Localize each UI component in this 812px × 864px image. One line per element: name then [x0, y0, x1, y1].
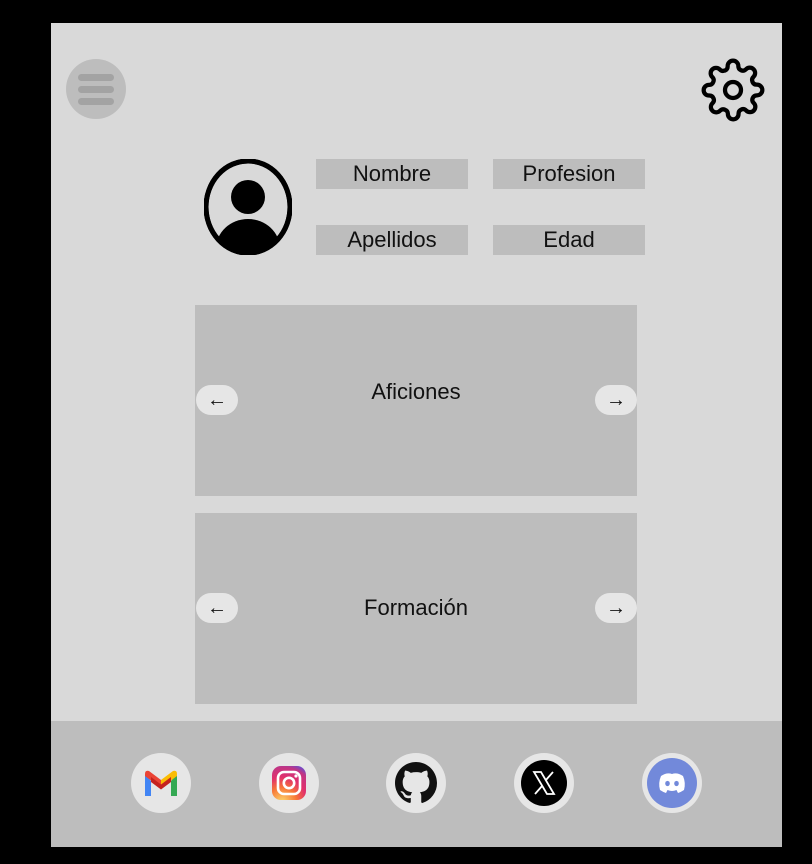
x-icon — [521, 760, 567, 806]
gear-icon[interactable] — [701, 58, 765, 122]
menu-button[interactable] — [66, 59, 126, 119]
app-frame: Nombre Profesion Apellidos Edad Aficione… — [51, 23, 782, 847]
github-button[interactable] — [386, 753, 446, 813]
formacion-title: Formación — [364, 595, 468, 620]
edad-field[interactable]: Edad — [493, 225, 645, 255]
aficiones-next-button[interactable]: → — [595, 385, 637, 415]
aficiones-card: Aficiones ← → — [195, 305, 637, 496]
user-avatar-icon[interactable] — [204, 159, 292, 255]
formacion-next-button[interactable]: → — [595, 593, 637, 623]
gmail-icon — [145, 770, 177, 796]
discord-icon — [647, 758, 697, 808]
github-icon — [395, 762, 437, 803]
social-footer — [51, 721, 782, 847]
aficiones-prev-button[interactable]: ← — [196, 385, 238, 415]
nombre-field[interactable]: Nombre — [316, 159, 468, 189]
hamburger-icon-bar — [78, 97, 114, 105]
discord-button[interactable] — [642, 753, 702, 813]
instagram-button[interactable] — [259, 753, 319, 813]
instagram-icon — [272, 766, 306, 800]
profesion-field[interactable]: Profesion — [493, 159, 645, 189]
apellidos-field[interactable]: Apellidos — [316, 225, 468, 255]
x-button[interactable] — [514, 753, 574, 813]
gmail-button[interactable] — [131, 753, 191, 813]
formacion-card: Formación ← → — [195, 513, 637, 704]
aficiones-title: Aficiones — [371, 379, 461, 404]
hamburger-icon-bar — [78, 85, 114, 93]
formacion-prev-button[interactable]: ← — [196, 593, 238, 623]
hamburger-icon — [78, 73, 114, 81]
